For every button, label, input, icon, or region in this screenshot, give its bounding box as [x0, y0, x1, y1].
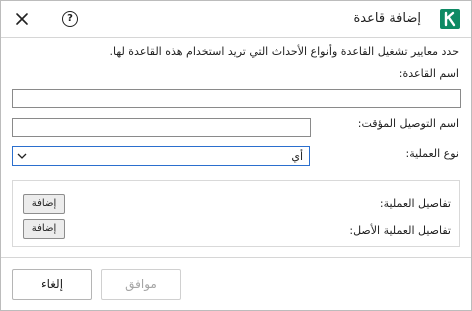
add-rule-dialog: إضافة قاعدة ? حدد معايير تشغيل القاعدة و… [0, 0, 472, 311]
dialog-description: حدد معايير تشغيل القاعدة وأنواع الأحداث … [109, 45, 459, 58]
operation-type-select[interactable]: أي [12, 146, 310, 166]
details-group: إضافة تفاصيل العملية: إضافة تفاصيل العمل… [12, 180, 460, 247]
kaspersky-logo [440, 9, 460, 29]
add-parent-details-button[interactable]: إضافة [23, 219, 65, 239]
alias-label: اسم التوصيل المؤقت: [357, 117, 459, 130]
operation-details-label: تفاصيل العملية: [379, 197, 451, 210]
ok-button[interactable]: موافق [101, 269, 181, 300]
kaspersky-k-icon [444, 11, 456, 27]
rule-name-label: اسم القاعدة: [398, 67, 459, 80]
operation-type-label: نوع العملية: [405, 147, 459, 160]
alias-input[interactable] [12, 118, 311, 137]
add-operation-details-button[interactable]: إضافة [23, 194, 65, 214]
rule-name-input[interactable] [12, 89, 461, 108]
dialog-title: إضافة قاعدة [353, 11, 422, 26]
footer-divider [1, 257, 471, 258]
title-bar: إضافة قاعدة ? [1, 1, 471, 37]
cancel-button[interactable]: إلغاء [12, 269, 92, 300]
title-divider [1, 37, 471, 38]
close-icon[interactable] [13, 10, 31, 28]
help-icon[interactable]: ? [62, 11, 78, 27]
chevron-down-icon [17, 153, 27, 159]
operation-type-value: أي [291, 150, 303, 163]
parent-operation-details-label: تفاصيل العملية الأصل: [349, 224, 451, 237]
